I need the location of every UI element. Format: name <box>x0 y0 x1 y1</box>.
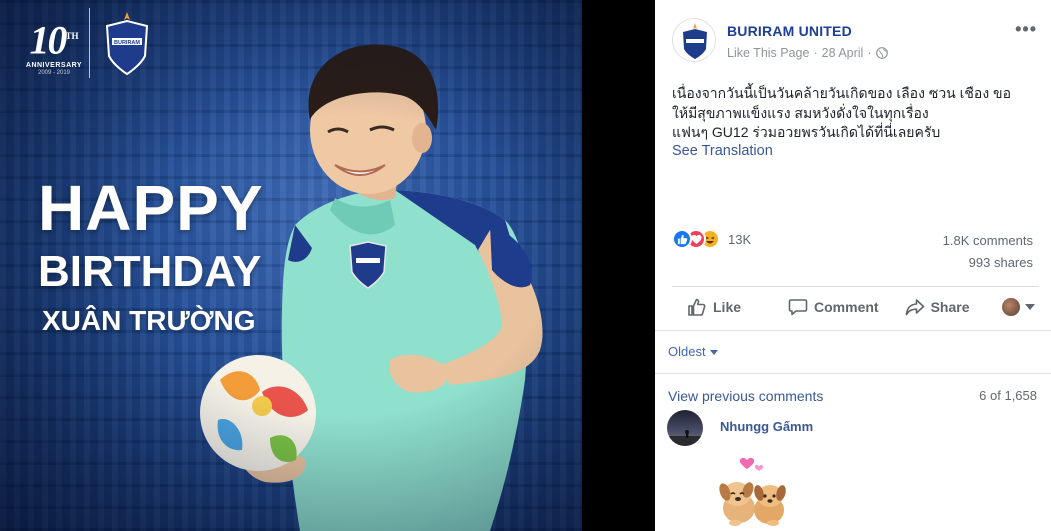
svg-text:BURIRAM: BURIRAM <box>114 40 140 46</box>
post-text-line-3: แฟนๆ GU12 ร่วมอวยพรวันเกิดได้ที่นี่เลยคร… <box>672 124 941 140</box>
share-button[interactable]: Share <box>905 297 970 317</box>
divider <box>655 373 1051 374</box>
view-previous-comments-link[interactable]: View previous comments <box>668 388 823 404</box>
see-translation-link[interactable]: See Translation <box>672 143 773 159</box>
page-name-link[interactable]: BURIRAM UNITED <box>727 23 852 39</box>
caret-down-icon <box>709 349 718 355</box>
post-date[interactable]: 28 April <box>822 46 864 60</box>
like-button[interactable]: Like <box>687 297 741 317</box>
reactions-count: 13K <box>728 231 752 247</box>
headline-player-name: XUÂN TRƯỜNG <box>42 305 256 336</box>
comment-icon <box>788 299 808 316</box>
anniversary-logo: 10TH ANNIVERSARY 2009 - 2019 <box>14 16 94 77</box>
logo-divider <box>89 8 90 78</box>
post-photo[interactable]: 10TH ANNIVERSARY 2009 - 2019 BURIRAM HAP… <box>0 0 582 531</box>
post-text-line-1: เนื่องจากวันนี้เป็นวันคล้ายวันเกิดของ เล… <box>672 85 1012 101</box>
thumbs-up-icon <box>688 298 706 316</box>
meta-separator-2: · <box>867 46 872 60</box>
page-avatar[interactable] <box>672 18 716 62</box>
caret-down-icon <box>1025 304 1035 310</box>
post-meta: Like This Page · 28 April · <box>727 46 888 60</box>
comment-sort-dropdown[interactable]: Oldest <box>668 344 718 359</box>
share-button-label: Share <box>930 299 970 315</box>
post-actions-bar: Like Comment Share <box>672 292 1039 322</box>
anniversary-label: ANNIVERSARY <box>25 62 83 70</box>
puppy-love-sticker <box>719 457 786 526</box>
comments-count-link[interactable]: 1.8K comments <box>943 233 1033 248</box>
share-icon <box>905 299 924 316</box>
react-as-selector[interactable] <box>1002 298 1035 316</box>
commenter-avatar[interactable] <box>667 410 703 446</box>
user-avatar <box>1002 298 1020 316</box>
divider <box>672 286 1039 287</box>
globe-icon[interactable] <box>875 47 888 59</box>
anniversary-years: 2009 - 2019 <box>37 70 71 77</box>
birthday-headline: HAPPY BIRTHDAY XUÂN TRƯỜNG <box>38 172 264 338</box>
like-button-label: Like <box>713 299 742 315</box>
post-text: เนื่องจากวันนี้เป็นวันคล้ายวันเกิดของ เล… <box>672 84 1042 143</box>
headline-birthday: BIRTHDAY <box>38 247 262 296</box>
headline-happy: HAPPY <box>38 172 264 244</box>
divider <box>655 330 1051 331</box>
anniversary-number: 10TH <box>29 17 79 63</box>
sort-label: Oldest <box>668 344 706 359</box>
shares-count-link[interactable]: 993 shares <box>969 255 1033 270</box>
commenter-name-link[interactable]: Nhungg Gấmm <box>720 419 813 434</box>
comment-button[interactable]: Comment <box>788 297 879 317</box>
post-detail-panel: BURIRAM UNITED Like This Page · 28 April… <box>655 0 1051 531</box>
post-text-line-2: ให้มีสุขภาพแข็งแรง สมหวังดั่งใจในทุกเรื่… <box>672 104 929 121</box>
comment-button-label: Comment <box>814 299 879 315</box>
like-reaction-icon <box>672 229 692 249</box>
more-options-button[interactable]: ••• <box>1015 20 1037 38</box>
reactions-summary[interactable]: 13K <box>672 229 751 249</box>
comment-position: 6 of 1,658 <box>979 388 1037 403</box>
club-crest-logo: BURIRAM <box>105 12 149 76</box>
meta-separator: · <box>813 46 818 60</box>
like-this-page-link[interactable]: Like This Page <box>727 46 809 60</box>
club-crest-icon <box>673 19 715 61</box>
